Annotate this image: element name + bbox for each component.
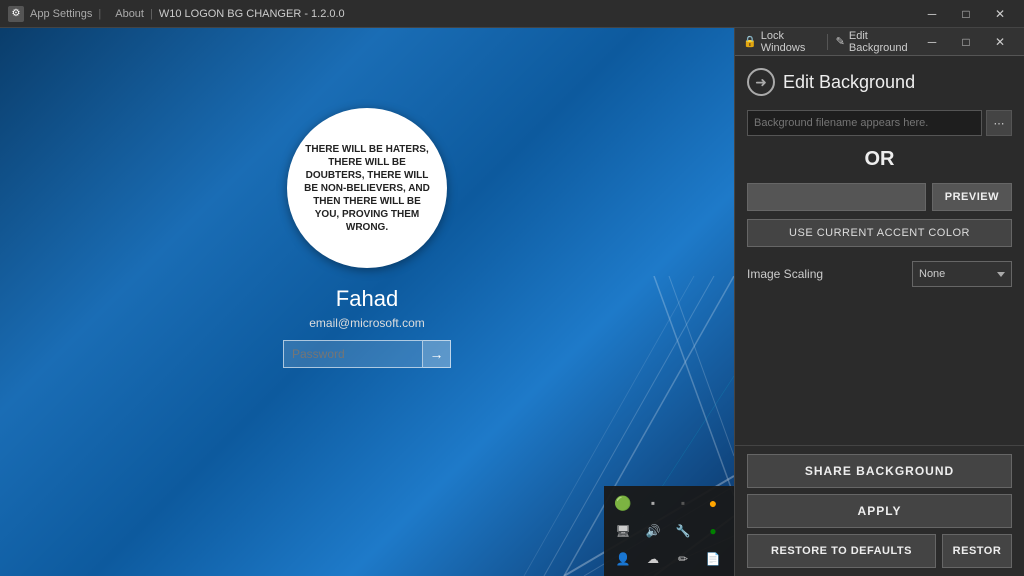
separator2: |	[150, 8, 153, 20]
right-panel: 🔒 Lock Windows ✎ Edit Background ─ □ ✕ ➜…	[734, 28, 1024, 576]
window-controls: ─ □ ✕	[916, 4, 1016, 24]
file-input-row: ⋯	[747, 110, 1012, 136]
taskbar-icon-1[interactable]: 🟢	[610, 490, 636, 516]
lock-section: 🔒 Lock Windows	[743, 30, 819, 54]
edit-bg-header: ➜ Edit Background	[747, 68, 1012, 96]
edit-icon: ✎	[836, 35, 845, 48]
main-content: THERE WILL BE HATERS, THERE WILL BE DOUB…	[0, 28, 1024, 576]
maximize-button[interactable]: □	[950, 4, 982, 24]
lock-icon: 🔒	[743, 35, 757, 48]
lock-label: Lock Windows	[761, 30, 819, 54]
edit-bg-title: Edit Background	[783, 72, 915, 93]
or-divider: OR	[747, 148, 1012, 171]
taskbar-icon-green2[interactable]: ●	[700, 518, 726, 544]
image-scaling-row: Image Scaling None Fill Fit Stretch Tile…	[747, 261, 1012, 287]
taskbar-icon-2[interactable]: ▪	[640, 490, 666, 516]
image-scaling-label: Image Scaling	[747, 267, 912, 281]
user-name: Fahad	[283, 286, 451, 312]
circle-overlay: THERE WILL BE HATERS, THERE WILL BE DOUB…	[287, 108, 447, 268]
password-input[interactable]	[283, 340, 423, 368]
taskbar-icon-wrench[interactable]: 🔧	[670, 518, 696, 544]
taskbar-icon-pdf[interactable]: 📄	[700, 546, 726, 572]
taskbar-icon-monitor[interactable]: 🖥	[610, 518, 636, 544]
circle-text: THERE WILL BE HATERS, THERE WILL BE DOUB…	[302, 143, 432, 234]
file-browse-button[interactable]: ⋯	[986, 110, 1012, 136]
user-info: Fahad email@microsoft.com →	[283, 286, 451, 368]
app-icon: ⚙	[8, 6, 24, 22]
app-settings-link[interactable]: App Settings	[30, 8, 92, 20]
user-email: email@microsoft.com	[283, 316, 451, 330]
taskbar-icon-person[interactable]: 👤	[610, 546, 636, 572]
app-title: W10 LOGON BG CHANGER - 1.2.0.0	[159, 8, 345, 20]
minimize-button[interactable]: ─	[916, 4, 948, 24]
taskbar-icon-cloud[interactable]: ☁	[640, 546, 666, 572]
back-arrow-icon[interactable]: ➜	[747, 68, 775, 96]
password-submit-arrow[interactable]: →	[423, 340, 451, 368]
close-button[interactable]: ✕	[984, 4, 1016, 24]
restore-to-defaults-button[interactable]: RESTORE TO DEFAULTS	[747, 534, 936, 568]
image-scaling-select[interactable]: None Fill Fit Stretch Tile Center	[912, 261, 1012, 287]
taskbar-icon-4[interactable]: ●	[700, 490, 726, 516]
accent-color-button[interactable]: USE CURRENT ACCENT COLOR	[747, 219, 1012, 247]
restore-button[interactable]: RESTOR	[942, 534, 1012, 568]
edit-bg-tab-label: Edit Background	[849, 30, 916, 54]
apply-button[interactable]: APPLY	[747, 494, 1012, 528]
titlebar: ⚙ App Settings | About | W10 LOGON BG CH…	[0, 0, 1024, 28]
about-link[interactable]: About	[115, 8, 144, 20]
right-close-button[interactable]: ✕	[984, 32, 1016, 52]
preview-button[interactable]: PREVIEW	[932, 183, 1012, 211]
password-field: →	[283, 340, 451, 368]
edit-bg-content: ➜ Edit Background ⋯ OR PREVIEW USE CURRE…	[735, 56, 1024, 445]
file-path-input[interactable]	[747, 110, 982, 136]
color-preview-row: PREVIEW	[747, 183, 1012, 211]
separator: |	[98, 8, 101, 20]
restore-row: RESTORE TO DEFAULTS RESTOR	[747, 534, 1012, 568]
right-window-controls: ─ □ ✕	[916, 32, 1016, 52]
bottom-buttons: SHARE BACKGROUND APPLY RESTORE TO DEFAUL…	[735, 445, 1024, 576]
taskbar-icon-3[interactable]: ▪	[670, 490, 696, 516]
taskbar-overlay: 🟢 ▪ ▪ ● 🖥 🔊 🔧 ● 👤 ☁ ✏ 📄	[604, 486, 734, 576]
edit-bg-tab[interactable]: ✎ Edit Background	[836, 30, 916, 54]
right-maximize-button[interactable]: □	[950, 32, 982, 52]
right-minimize-button[interactable]: ─	[916, 32, 948, 52]
color-picker-box[interactable]	[747, 183, 926, 211]
taskbar-icon-speaker[interactable]: 🔊	[640, 518, 666, 544]
share-background-button[interactable]: SHARE BACKGROUND	[747, 454, 1012, 488]
header-divider	[827, 34, 828, 50]
right-panel-header: 🔒 Lock Windows ✎ Edit Background ─ □ ✕	[735, 28, 1024, 56]
taskbar-icon-pencil[interactable]: ✏	[670, 546, 696, 572]
